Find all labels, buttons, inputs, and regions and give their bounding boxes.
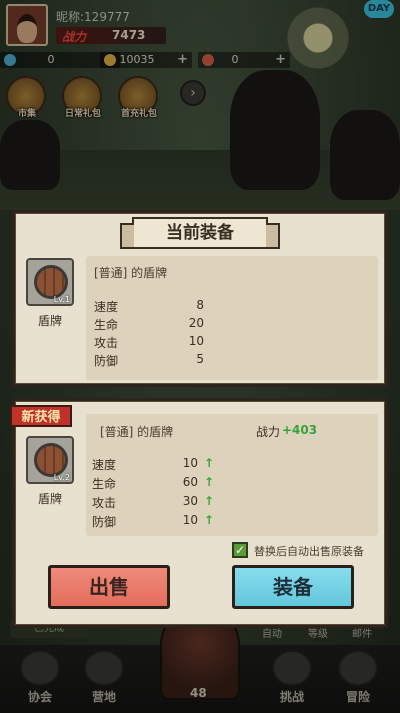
- stat-name: 速度: [92, 458, 117, 472]
- power-label: 战力: [256, 425, 281, 439]
- stat-name: 生命: [94, 318, 119, 332]
- current-item-slot[interactable]: Lv.1: [26, 258, 74, 306]
- stat-name: 防御: [92, 515, 117, 529]
- stat-value: 10: [182, 456, 198, 470]
- stat-value: 5: [196, 352, 204, 366]
- shield-icon: [34, 265, 68, 299]
- up-arrow-icon: ↑: [204, 513, 215, 527]
- new-item-slot[interactable]: Lv.2: [26, 436, 74, 484]
- auto-sell-checkbox[interactable]: ✓: [232, 542, 248, 558]
- stat-name: 攻击: [94, 336, 119, 350]
- stat-value: 30: [182, 494, 198, 508]
- stat-value: 10: [188, 334, 204, 348]
- up-arrow-icon: ↑: [204, 494, 215, 508]
- stat-name: 攻击: [92, 496, 117, 510]
- stat-value: 8: [196, 298, 204, 312]
- up-arrow-icon: ↑: [204, 456, 215, 470]
- stat-value: 10: [182, 513, 198, 527]
- power-gain: +403: [282, 423, 318, 437]
- stat-value: 60: [182, 475, 198, 489]
- stat-name: 防御: [94, 354, 119, 368]
- sell-button[interactable]: 出售: [48, 565, 170, 609]
- item-level: Lv.1: [53, 295, 70, 304]
- new-item-name: [普通] 的盾牌: [100, 425, 174, 439]
- auto-sell-label: 替换后自动出售原装备: [254, 545, 364, 558]
- current-item-name: [普通] 的盾牌: [94, 266, 168, 280]
- item-level: Lv.2: [53, 473, 70, 482]
- equip-button[interactable]: 装备: [232, 565, 354, 609]
- dialog-title: 当前装备: [120, 217, 280, 249]
- shield-icon: [34, 443, 68, 477]
- new-slot-label: 盾牌: [37, 492, 62, 506]
- new-tag: 新获得: [10, 405, 72, 427]
- stat-name: 速度: [94, 300, 119, 314]
- up-arrow-icon: ↑: [204, 475, 215, 489]
- current-slot-label: 盾牌: [37, 314, 62, 328]
- stat-value: 20: [188, 316, 204, 330]
- stat-name: 生命: [92, 477, 117, 491]
